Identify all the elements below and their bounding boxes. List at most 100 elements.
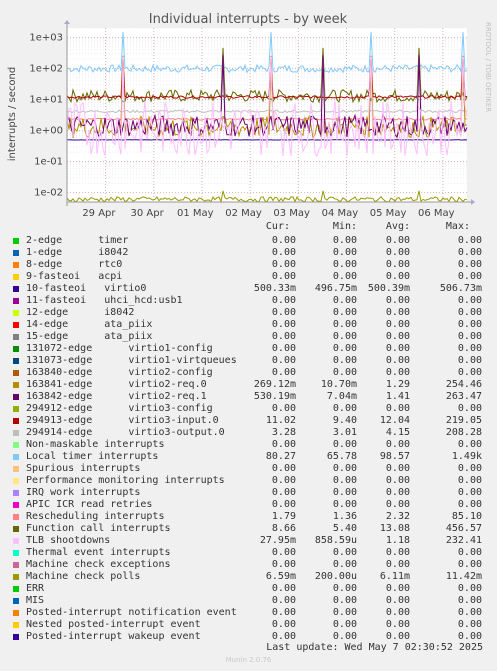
legend-series-name: Thermal event interrupts [26, 547, 171, 558]
legend-series-name: 131073-edge virtio1-virtqueues [26, 355, 237, 366]
chart-title: Individual interrupts - by week [149, 12, 348, 27]
legend-series-name: Function call interrupts [26, 523, 171, 534]
legend-max-value: 0.00 [457, 499, 482, 510]
header-max: Max: [445, 221, 470, 232]
legend-cur-value: 6.59m [265, 571, 296, 582]
legend-max-value: 0.00 [457, 475, 482, 486]
legend-swatch [13, 538, 19, 544]
legend-avg-value: 0.00 [385, 487, 410, 498]
legend-series-name: 2-edge timer [26, 235, 129, 246]
legend-max-value: 263.47 [445, 391, 482, 402]
legend-max-value: 0.00 [457, 319, 482, 330]
legend-series-name: 1-edge i8042 [26, 247, 129, 258]
legend-swatch [13, 334, 19, 340]
legend-max-value: 0.00 [457, 619, 482, 630]
legend-series-name: 11-fasteoi uhci_hcd:usb1 [26, 295, 183, 306]
legend-min-value: 0.00 [332, 475, 357, 486]
header-min: Min: [332, 221, 357, 232]
legend-cur-value: 0.00 [271, 547, 296, 558]
legend-max-value: 0.00 [457, 547, 482, 558]
legend-swatch [13, 562, 19, 568]
legend-max-value: 0.00 [457, 307, 482, 318]
legend-avg-value: 1.29 [385, 379, 410, 390]
legend-cur-value: 0.00 [271, 307, 296, 318]
x-tick-label: 06 May [418, 208, 455, 219]
legend-min-value: 0.00 [332, 355, 357, 366]
legend-series-name: 294912-edge virtio3-config [26, 403, 213, 414]
legend-min-value: 0.00 [332, 235, 357, 246]
legend-swatch [13, 418, 19, 424]
legend-cur-value: 0.00 [271, 259, 296, 270]
legend-cur-value: 0.00 [271, 295, 296, 306]
x-tick-label: 02 May [225, 208, 262, 219]
legend-min-value: 0.00 [332, 271, 357, 282]
legend-series-name: Non-maskable interrupts [26, 439, 165, 450]
legend-min-value: 0.00 [332, 487, 357, 498]
legend-header: Cur: Min: Avg: Max: [0, 221, 470, 233]
legend-min-value: 0.00 [332, 403, 357, 414]
y-tick-label: 1e+01 [29, 94, 63, 105]
legend-series-name: 8-edge rtc0 [26, 259, 123, 270]
legend-avg-value: 0.00 [385, 439, 410, 450]
legend-min-value: 0.00 [332, 583, 357, 594]
legend-swatch [13, 430, 19, 436]
legend-swatch [13, 322, 19, 328]
legend-swatch [13, 574, 19, 580]
legend-swatch [13, 298, 19, 304]
legend-series-name: Posted-interrupt wakeup event [26, 631, 201, 642]
legend-min-value: 200.00u [314, 571, 357, 582]
header-cur: Cur: [265, 221, 290, 232]
legend-cur-value: 0.00 [271, 331, 296, 342]
y-tick-label: 1e-01 [34, 157, 63, 168]
legend-min-value: 0.00 [332, 607, 357, 618]
y-tick-label: 1e+02 [29, 63, 63, 74]
legend-swatch [13, 346, 19, 352]
legend-max-value: 0.00 [457, 247, 482, 258]
legend-min-value: 0.00 [332, 307, 357, 318]
legend-cur-value: 500.33m [253, 283, 296, 294]
legend-max-value: 0.00 [457, 403, 482, 414]
legend-cur-value: 0.00 [271, 247, 296, 258]
legend-series-name: Rescheduling interrupts [26, 511, 165, 522]
legend-min-value: 0.00 [332, 559, 357, 570]
legend-series-name: 163840-edge virtio2-config [26, 367, 213, 378]
x-axis-arrow-icon [471, 199, 475, 205]
legend-max-value: 0.00 [457, 583, 482, 594]
legend-avg-value: 12.04 [379, 415, 410, 426]
legend-min-value: 5.40 [332, 523, 357, 534]
y-tick-label: 1e+03 [29, 32, 63, 43]
legend-max-value: 0.00 [457, 331, 482, 342]
legend-max-value: 1.49k [451, 451, 482, 462]
legend-series-name: 131072-edge virtio1-config [26, 343, 213, 354]
legend-avg-value: 6.11m [379, 571, 410, 582]
plot-area [67, 28, 467, 202]
legend-swatch [13, 466, 19, 472]
legend-swatch [13, 526, 19, 532]
legend-swatch [13, 478, 19, 484]
legend-swatch [13, 262, 19, 268]
legend-swatch [13, 634, 19, 640]
legend-avg-value: 0.00 [385, 343, 410, 354]
legend-cur-value: 0.00 [271, 367, 296, 378]
chart: Individual interrupts - by week interrup… [7, 12, 492, 219]
legend-swatch [13, 586, 19, 592]
legend-swatch [13, 382, 19, 388]
legend-cur-value: 80.27 [265, 451, 296, 462]
legend-swatch [13, 502, 19, 508]
legend-series-name: 163842-edge virtio2-req.1 [26, 391, 207, 402]
y-tick-label: 1e+00 [29, 126, 63, 137]
x-tick-label: 30 Apr [131, 208, 165, 219]
legend-max-value: 0.00 [457, 235, 482, 246]
rrdtool-credit: RRDTOOL / TOBI OETIKER [484, 22, 492, 112]
legend-swatch [13, 394, 19, 400]
legend-max-value: 0.00 [457, 607, 482, 618]
legend-cur-value: 0.00 [271, 607, 296, 618]
legend-swatch [13, 310, 19, 316]
legend-series-name: 163841-edge virtio2-req.0 [26, 379, 207, 390]
legend-swatch [13, 274, 19, 280]
legend-max-value: 506.73m [439, 283, 482, 294]
legend-avg-value: 0.00 [385, 595, 410, 606]
legend-avg-value: 1.18 [385, 535, 410, 546]
legend-max-value: 208.28 [445, 427, 482, 438]
legend-max-value: 11.42m [445, 571, 482, 582]
